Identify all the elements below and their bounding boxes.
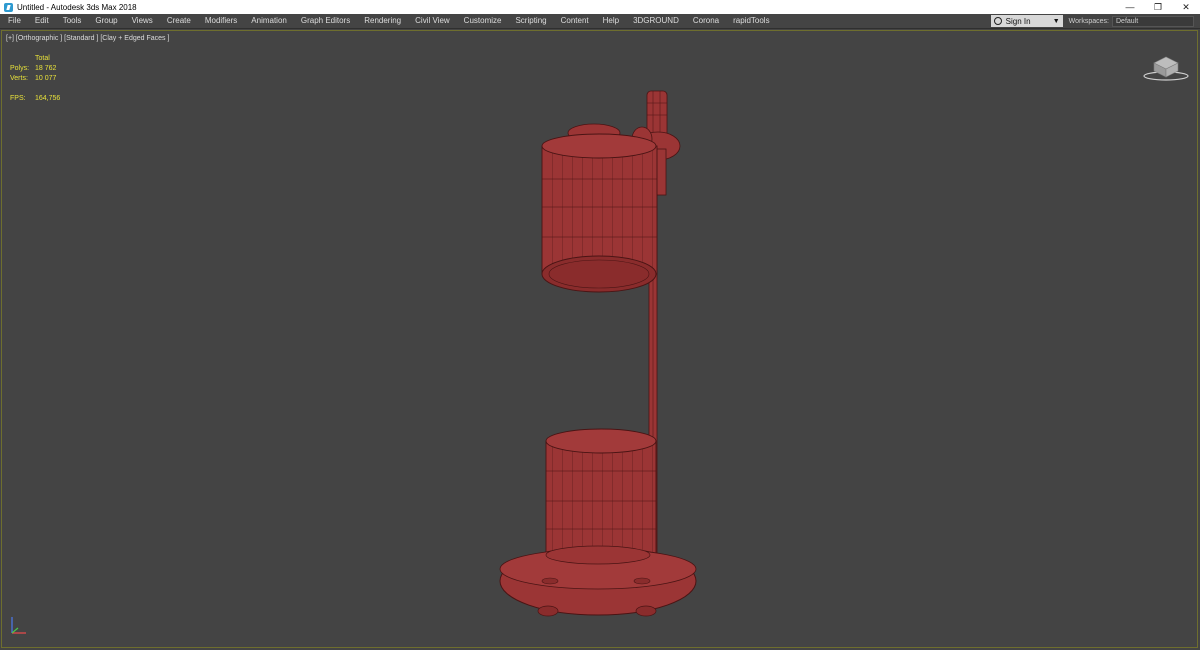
menu-items: File Edit Tools Group Views Create Modifiers An… xyxy=(0,14,991,28)
chevron-down-icon: ▼ xyxy=(1052,17,1060,25)
menu-item-corona[interactable]: Corona xyxy=(686,14,726,28)
window-controls: — ❐ ✕ xyxy=(1116,0,1200,14)
menu-item-rapidtools[interactable]: rapidTools xyxy=(726,14,776,28)
menu-item-graph-editors[interactable]: Graph Editors xyxy=(294,14,357,28)
menu-item-modifiers[interactable]: Modifiers xyxy=(198,14,244,28)
menu-item-tools[interactable]: Tools xyxy=(56,14,89,28)
workspace-value: Default xyxy=(1116,17,1139,25)
menu-item-edit[interactable]: Edit xyxy=(28,14,56,28)
menu-item-animation[interactable]: Animation xyxy=(244,14,294,28)
menu-item-rendering[interactable]: Rendering xyxy=(357,14,408,28)
workspace-select[interactable]: Default xyxy=(1112,15,1194,27)
restore-icon[interactable]: ❐ xyxy=(1144,0,1172,14)
menu-item-file[interactable]: File xyxy=(0,14,28,28)
window-title: Untitled - Autodesk 3ds Max 2018 xyxy=(17,2,137,12)
sign-in-dropdown[interactable]: Sign In ▼ xyxy=(990,15,1063,27)
sign-in-label: Sign In xyxy=(1005,16,1031,26)
title-bar: Untitled - Autodesk 3ds Max 2018 — ❐ ✕ xyxy=(0,0,1200,14)
menu-item-civil-view[interactable]: Civil View xyxy=(408,14,457,28)
perspective-viewport[interactable]: [+] [Orthographic ] [Standard ] [Clay + … xyxy=(1,30,1198,648)
menu-item-content[interactable]: Content xyxy=(554,14,596,28)
minimize-icon[interactable]: — xyxy=(1116,0,1144,14)
app-logo-icon xyxy=(4,2,13,12)
menu-item-3dground[interactable]: 3DGROUND xyxy=(626,14,686,28)
workspaces-label: Workspaces: xyxy=(1068,17,1109,25)
menu-item-views[interactable]: Views xyxy=(125,14,160,28)
menu-item-help[interactable]: Help xyxy=(596,14,626,28)
menu-item-scripting[interactable]: Scripting xyxy=(508,14,553,28)
menu-item-create[interactable]: Create xyxy=(160,14,198,28)
menu-item-group[interactable]: Group xyxy=(88,14,124,28)
menu-item-customize[interactable]: Customize xyxy=(457,14,509,28)
menu-bar: File Edit Tools Group Views Create Modifiers An… xyxy=(0,14,1200,29)
lamp-3d-model[interactable] xyxy=(2,31,1197,647)
close-icon[interactable]: ✕ xyxy=(1172,0,1200,14)
user-icon xyxy=(993,17,1002,25)
